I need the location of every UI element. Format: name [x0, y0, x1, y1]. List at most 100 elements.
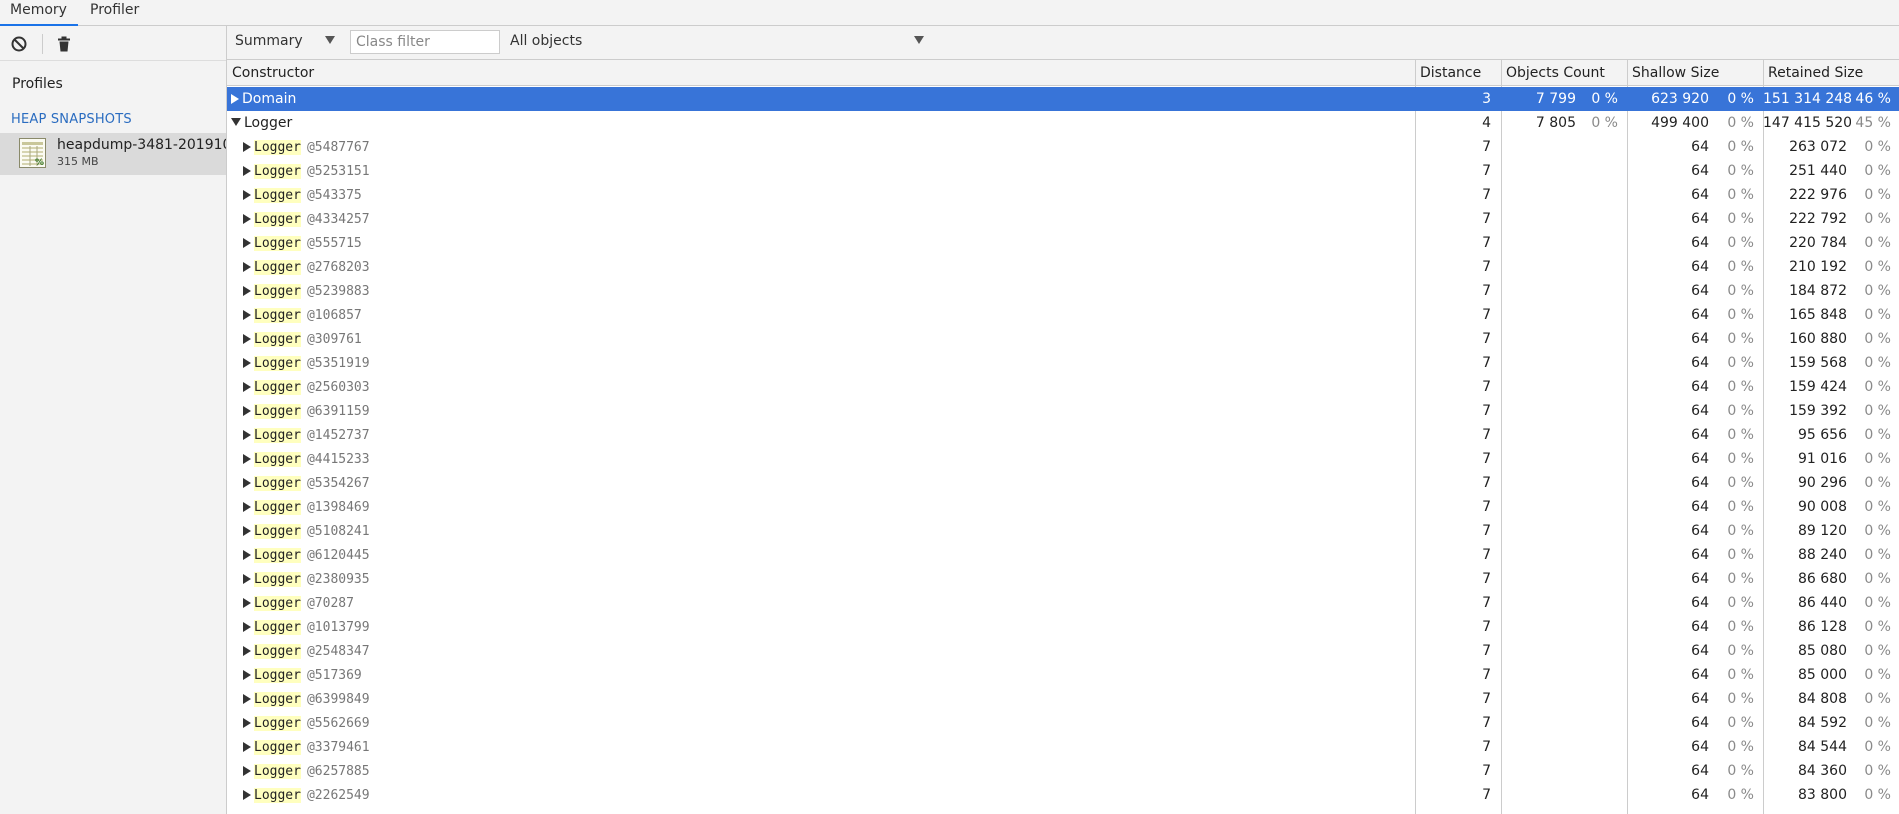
instance-row[interactable]: Logger @5239883 7 64 0 % 184 872 0 % — [227, 279, 1899, 303]
instance-row[interactable]: Logger @6391159 7 64 0 % 159 392 0 % — [227, 399, 1899, 423]
shallow-size-value: 64 — [1691, 259, 1709, 275]
collapse-arrow-icon[interactable] — [231, 118, 241, 126]
instance-row[interactable]: Logger @309761 7 64 0 % 160 880 0 % — [227, 327, 1899, 351]
expand-arrow-icon[interactable] — [243, 238, 251, 248]
instance-name: Logger — [254, 740, 301, 755]
tab-memory[interactable]: Memory — [0, 0, 78, 26]
instance-row[interactable]: Logger @3379461 7 64 0 % 84 544 0 % — [227, 735, 1899, 759]
expand-arrow-icon[interactable] — [243, 406, 251, 416]
perspective-select[interactable]: Summary — [235, 33, 303, 49]
instance-row[interactable]: Logger @4334257 7 64 0 % 222 792 0 % — [227, 207, 1899, 231]
shallow-size-percent: 0 % — [1727, 691, 1754, 707]
expand-arrow-icon[interactable] — [243, 454, 251, 464]
shallow-size-value: 64 — [1691, 427, 1709, 443]
expand-arrow-icon[interactable] — [243, 526, 251, 536]
distance-value: 7 — [1482, 499, 1491, 515]
expand-arrow-icon[interactable] — [243, 142, 251, 152]
column-header-constructor[interactable]: Constructor — [227, 60, 1415, 86]
class-filter-input[interactable] — [350, 30, 500, 54]
expand-arrow-icon[interactable] — [243, 358, 251, 368]
column-header-objects-count[interactable]: Objects Count — [1501, 60, 1627, 86]
expand-arrow-icon[interactable] — [243, 718, 251, 728]
expand-arrow-icon[interactable] — [243, 670, 251, 680]
retained-size-percent: 0 % — [1864, 787, 1891, 803]
expand-arrow-icon[interactable] — [243, 310, 251, 320]
expand-arrow-icon[interactable] — [243, 334, 251, 344]
svg-text:%: % — [35, 158, 44, 168]
instance-row[interactable]: Logger @2262549 7 64 0 % 83 800 0 % — [227, 783, 1899, 807]
column-header-distance[interactable]: Distance — [1415, 60, 1501, 86]
perspective-dropdown-arrow-icon[interactable] — [325, 36, 335, 44]
expand-arrow-icon[interactable] — [243, 502, 251, 512]
instance-row[interactable]: Logger @5354267 7 64 0 % 90 296 0 % — [227, 471, 1899, 495]
constructor-cell: Logger @5239883 — [243, 279, 1411, 303]
constructor-cell: Logger @5487767 — [243, 135, 1411, 159]
instance-row[interactable]: Logger @6257885 7 64 0 % 84 360 0 % — [227, 759, 1899, 783]
instance-row[interactable]: Logger @543375 7 64 0 % 222 976 0 % — [227, 183, 1899, 207]
expand-arrow-icon[interactable] — [243, 478, 251, 488]
expand-arrow-icon[interactable] — [243, 262, 251, 272]
instance-id: @4415233 — [306, 452, 370, 467]
instance-id: @6120445 — [306, 548, 370, 563]
instance-row[interactable]: Logger @5253151 7 64 0 % 251 440 0 % — [227, 159, 1899, 183]
group-row-domain[interactable]: Domain 3 7 799 0 % 623 920 0 % 151 314 248 46 % — [227, 87, 1899, 111]
expand-arrow-icon[interactable] — [243, 286, 251, 296]
expand-arrow-icon[interactable] — [243, 742, 251, 752]
expand-arrow-icon[interactable] — [243, 430, 251, 440]
instance-row[interactable]: Logger @517369 7 64 0 % 85 000 0 % — [227, 663, 1899, 687]
column-header-retained-size[interactable]: Retained Size — [1763, 60, 1899, 86]
group-row-logger[interactable]: Logger 4 7 805 0 % 499 400 0 % 147 415 520 45 % — [227, 111, 1899, 135]
expand-arrow-icon[interactable] — [231, 94, 239, 104]
instance-row[interactable]: Logger @5562669 7 64 0 % 84 592 0 % — [227, 711, 1899, 735]
instance-row[interactable]: Logger @6399849 7 64 0 % 84 808 0 % — [227, 687, 1899, 711]
instance-id: @5562669 — [306, 716, 370, 731]
instance-row[interactable]: Logger @5108241 7 64 0 % 89 120 0 % — [227, 519, 1899, 543]
instance-row[interactable]: Logger @6120445 7 64 0 % 88 240 0 % — [227, 543, 1899, 567]
instance-row[interactable]: Logger @2548347 7 64 0 % 85 080 0 % — [227, 639, 1899, 663]
instance-row[interactable]: Logger @555715 7 64 0 % 220 784 0 % — [227, 231, 1899, 255]
expand-arrow-icon[interactable] — [243, 598, 251, 608]
instance-row[interactable]: Logger @2380935 7 64 0 % 86 680 0 % — [227, 567, 1899, 591]
column-header-shallow-size[interactable]: Shallow Size — [1627, 60, 1763, 86]
instance-row[interactable]: Logger @1013799 7 64 0 % 86 128 0 % — [227, 615, 1899, 639]
expand-arrow-icon[interactable] — [243, 166, 251, 176]
expand-arrow-icon[interactable] — [243, 190, 251, 200]
clear-icon[interactable] — [9, 34, 29, 54]
distance-value: 7 — [1482, 331, 1491, 347]
expand-arrow-icon[interactable] — [243, 622, 251, 632]
expand-arrow-icon[interactable] — [243, 646, 251, 656]
expand-arrow-icon[interactable] — [243, 694, 251, 704]
expand-arrow-icon[interactable] — [243, 214, 251, 224]
expand-arrow-icon[interactable] — [243, 790, 251, 800]
objects-range-dropdown-arrow-icon[interactable] — [914, 36, 924, 44]
instance-name: Logger — [254, 260, 301, 275]
instance-id: @2548347 — [306, 644, 370, 659]
tab-profiler[interactable]: Profiler — [80, 0, 152, 26]
expand-arrow-icon[interactable] — [243, 574, 251, 584]
instance-name: Logger — [254, 620, 301, 635]
instance-name: Logger — [254, 308, 301, 323]
instance-row[interactable]: Logger @70287 7 64 0 % 86 440 0 % — [227, 591, 1899, 615]
instance-row[interactable]: Logger @2768203 7 64 0 % 210 192 0 % — [227, 255, 1899, 279]
instance-row[interactable]: Logger @5351919 7 64 0 % 159 568 0 % — [227, 351, 1899, 375]
expand-arrow-icon[interactable] — [243, 550, 251, 560]
instance-row[interactable]: Logger @5487767 7 64 0 % 263 072 0 % — [227, 135, 1899, 159]
instance-row[interactable]: Logger @1452737 7 64 0 % 95 656 0 % — [227, 423, 1899, 447]
instance-row[interactable]: Logger @106857 7 64 0 % 165 848 0 % — [227, 303, 1899, 327]
snapshot-item[interactable]: % heapdump-3481-2019102 315 MB — [0, 133, 226, 175]
retained-size-value: 263 072 — [1789, 139, 1847, 155]
garbage-collect-icon[interactable] — [54, 34, 74, 54]
objects-range-select[interactable]: All objects — [510, 33, 582, 49]
instance-row[interactable]: Logger @4415233 7 64 0 % 91 016 0 % — [227, 447, 1899, 471]
instance-row[interactable]: Logger @1398469 7 64 0 % 90 008 0 % — [227, 495, 1899, 519]
instance-name: Logger — [254, 404, 301, 419]
retained-size-value: 89 120 — [1798, 523, 1847, 539]
retained-size-percent: 0 % — [1864, 523, 1891, 539]
shallow-size-value: 499 400 — [1651, 115, 1709, 131]
instance-row[interactable]: Logger @2560303 7 64 0 % 159 424 0 % — [227, 375, 1899, 399]
shallow-size-value: 64 — [1691, 499, 1709, 515]
expand-arrow-icon[interactable] — [243, 382, 251, 392]
distance-value: 7 — [1482, 163, 1491, 179]
expand-arrow-icon[interactable] — [243, 766, 251, 776]
retained-size-value: 84 808 — [1798, 691, 1847, 707]
